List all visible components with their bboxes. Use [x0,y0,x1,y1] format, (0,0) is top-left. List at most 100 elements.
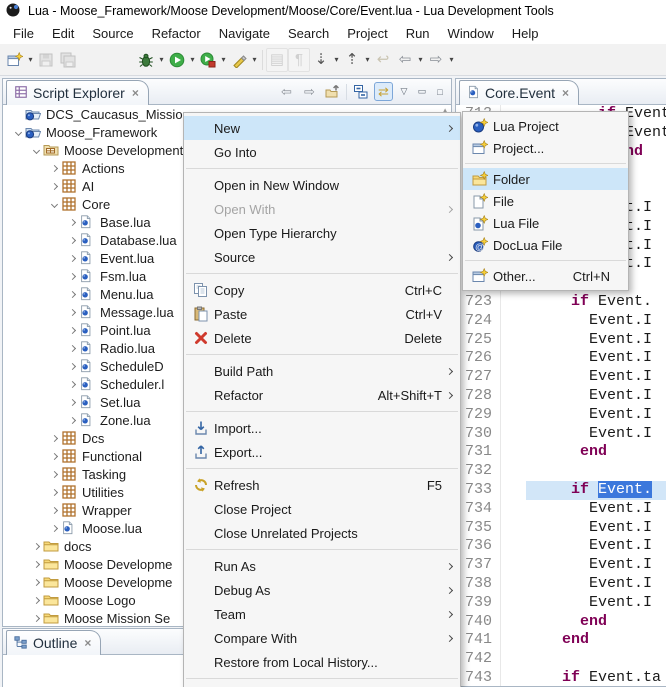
close-icon[interactable]: × [132,86,139,100]
previous-annotation-dropdown-icon[interactable]: ▾ [363,55,372,64]
context-menu-item-properties[interactable]: PropertiesAlt+Enter [184,683,460,687]
code-line[interactable]: 737 Event.I [456,556,666,575]
new-submenu-item-lua-project[interactable]: Lua Project [463,115,628,137]
new-wizard-button[interactable] [4,48,26,72]
context-menu-item-go-into[interactable]: Go Into [184,140,460,164]
menubar-item-project[interactable]: Project [338,24,396,43]
code-line[interactable]: 726 Event.I [456,349,666,368]
run-button[interactable] [166,48,188,72]
expand-icon[interactable] [29,562,43,567]
run-external-tools-button[interactable] [228,48,250,72]
back-button[interactable]: ⇦ [394,48,416,72]
forward-dropdown-icon[interactable]: ▾ [447,55,456,64]
context-menu-item-delete[interactable]: DeleteDelete [184,326,460,350]
collapse-all-icon[interactable] [351,82,370,101]
code-line[interactable]: 736 Event.I [456,537,666,556]
expand-icon[interactable] [65,256,79,261]
collapse-icon[interactable] [47,202,61,207]
new-submenu-item-doclua-file[interactable]: @DocLua File [463,234,628,256]
expand-icon[interactable] [65,346,79,351]
code-line[interactable]: 741 end [456,631,666,650]
code-line[interactable]: 732 [456,462,666,481]
tab-outline[interactable]: Outline × [6,630,101,655]
code-line[interactable]: 727 Event.I [456,368,666,387]
new-wizard-dropdown-icon[interactable]: ▾ [26,55,35,64]
context-menu-item-open-with[interactable]: Open With [184,197,460,221]
context-menu-item-source[interactable]: Source [184,245,460,269]
expand-icon[interactable] [47,526,61,531]
maximize-icon[interactable]: □ [433,82,447,101]
context-menu-item-refresh[interactable]: RefreshF5 [184,473,460,497]
expand-icon[interactable] [29,544,43,549]
code-line[interactable]: 735 Event.I [456,519,666,538]
context-menu-item-export[interactable]: Export... [184,440,460,464]
expand-icon[interactable] [47,454,61,459]
menubar-item-help[interactable]: Help [503,24,548,43]
minimize-icon[interactable]: ▭ [415,82,429,101]
context-menu-item-open-type-hierarchy[interactable]: Open Type Hierarchy [184,221,460,245]
close-icon[interactable]: × [84,636,91,650]
forward-icon[interactable]: ⇨ [300,82,319,101]
context-menu-item-paste[interactable]: PasteCtrl+V [184,302,460,326]
run-dropdown-icon[interactable]: ▾ [188,55,197,64]
code-line[interactable]: 740 end [456,613,666,632]
menubar-item-refactor[interactable]: Refactor [143,24,210,43]
expand-icon[interactable] [47,166,61,171]
code-line[interactable]: 739 Event.I [456,594,666,613]
code-line[interactable]: 743 if Event.ta [456,669,666,686]
collapse-icon[interactable] [11,130,25,135]
close-icon[interactable]: × [562,86,569,100]
context-menu-item-build-path[interactable]: Build Path [184,359,460,383]
code-line[interactable]: 729 Event.I [456,406,666,425]
debug-button[interactable] [135,48,157,72]
menubar-item-file[interactable]: File [4,24,43,43]
forward-button[interactable]: ⇨ [425,48,447,72]
expand-icon[interactable] [29,580,43,585]
collapse-icon[interactable] [29,148,43,153]
next-annotation-button[interactable]: ⇣ [310,48,332,72]
expand-icon[interactable] [65,310,79,315]
new-submenu-item-file[interactable]: File [463,190,628,212]
expand-icon[interactable] [47,184,61,189]
expand-icon[interactable] [47,490,61,495]
debug-dropdown-icon[interactable]: ▾ [157,55,166,64]
run-external-tools-dropdown-icon[interactable]: ▾ [250,55,259,64]
new-submenu-item-lua-file[interactable]: Lua File [463,212,628,234]
expand-icon[interactable] [65,292,79,297]
code-line[interactable]: 734 Event.I [456,500,666,519]
code-line[interactable]: 730 Event.I [456,425,666,444]
expand-icon[interactable] [65,238,79,243]
back-dropdown-icon[interactable]: ▾ [416,55,425,64]
code-line[interactable]: 733 if Event. [456,481,666,500]
context-menu-item-copy[interactable]: CopyCtrl+C [184,278,460,302]
menubar-item-source[interactable]: Source [83,24,142,43]
expand-icon[interactable] [29,598,43,603]
context-menu-item-debug-as[interactable]: Debug As [184,578,460,602]
context-menu-item-refactor[interactable]: RefactorAlt+Shift+T [184,383,460,407]
menubar-item-search[interactable]: Search [279,24,338,43]
expand-icon[interactable] [65,274,79,279]
context-menu-item-restore-from-local-history[interactable]: Restore from Local History... [184,650,460,674]
code-line[interactable]: 728 Event.I [456,387,666,406]
run-coverage-dropdown-icon[interactable]: ▾ [219,55,228,64]
new-submenu-item-folder[interactable]: Folder [463,168,628,190]
expand-icon[interactable] [65,418,79,423]
previous-annotation-button[interactable]: ⇡ [341,48,363,72]
menubar-item-edit[interactable]: Edit [43,24,83,43]
view-menu-icon[interactable]: ▽ [397,82,411,101]
tab-script-explorer[interactable]: Script Explorer × [6,80,149,105]
expand-icon[interactable] [65,328,79,333]
menubar-item-run[interactable]: Run [397,24,439,43]
link-with-editor-icon[interactable]: ⇄ [374,82,393,101]
expand-icon[interactable] [29,616,43,621]
next-annotation-dropdown-icon[interactable]: ▾ [332,55,341,64]
up-icon[interactable] [323,82,342,101]
context-menu-item-team[interactable]: Team [184,602,460,626]
context-menu-item-run-as[interactable]: Run As [184,554,460,578]
code-line[interactable]: 724 Event.I [456,312,666,331]
code-line[interactable]: 725 Event.I [456,331,666,350]
run-coverage-button[interactable] [197,48,219,72]
context-menu-item-compare-with[interactable]: Compare With [184,626,460,650]
expand-icon[interactable] [65,382,79,387]
menubar-item-navigate[interactable]: Navigate [210,24,279,43]
